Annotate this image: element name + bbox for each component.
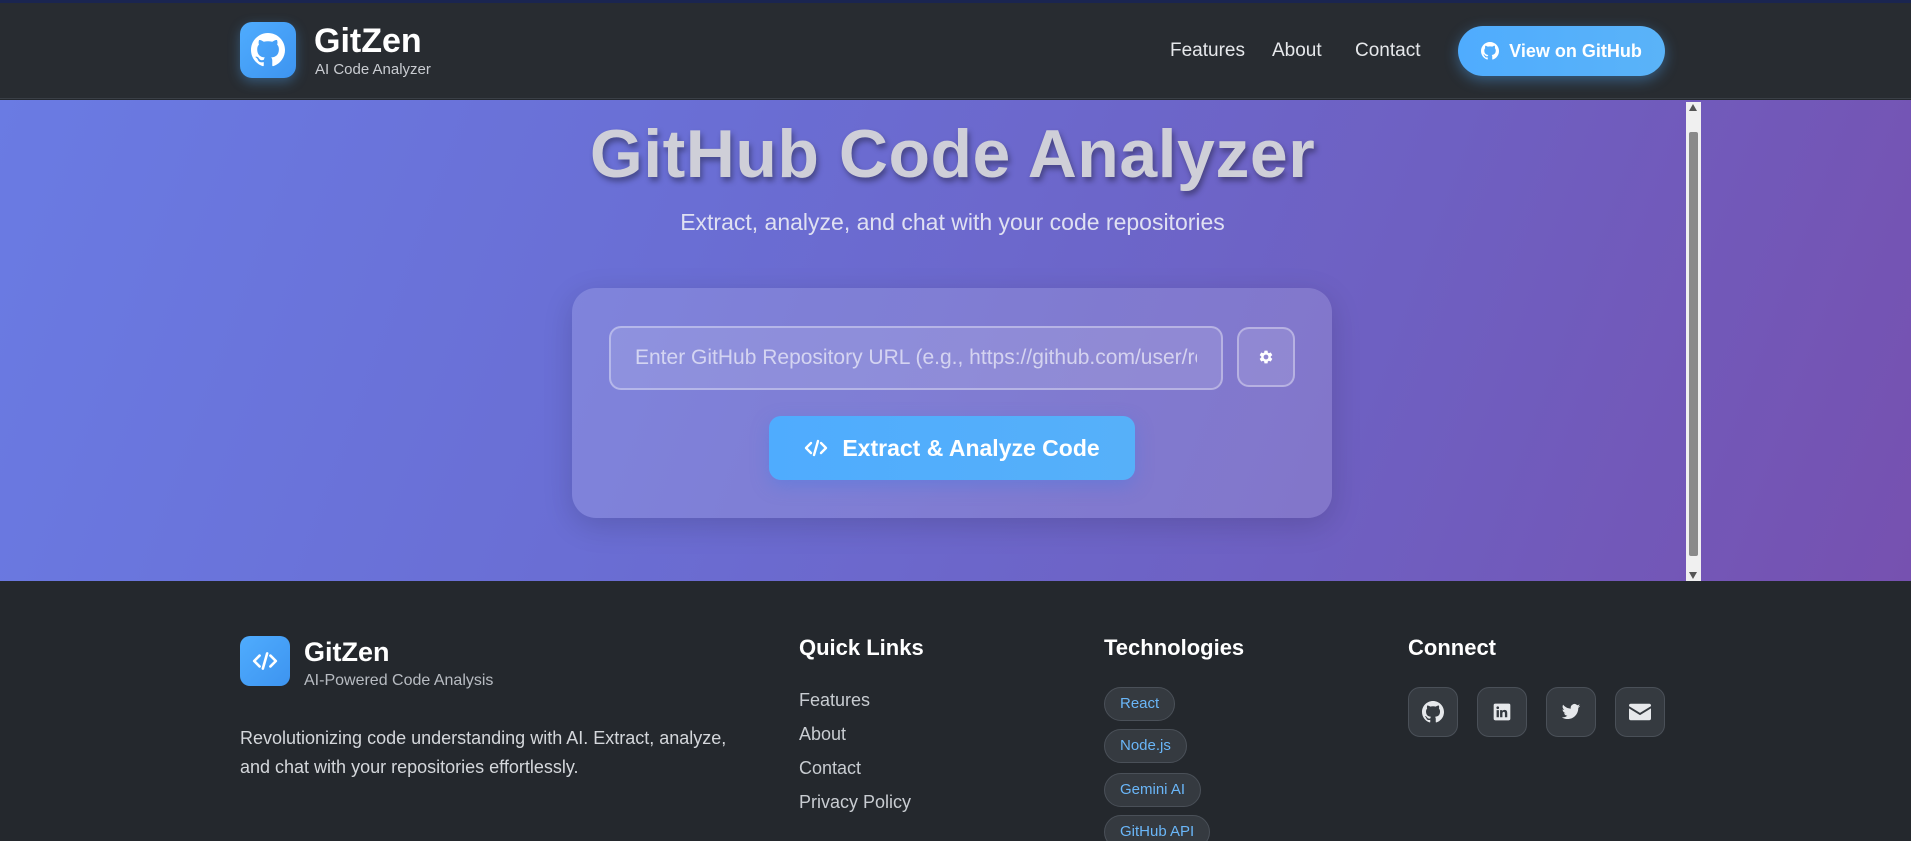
- quick-links-heading: Quick Links: [799, 635, 924, 660]
- footer-logo: [240, 636, 290, 686]
- nav-contact[interactable]: Contact: [1355, 39, 1420, 63]
- view-on-github-button[interactable]: View on GitHub: [1458, 26, 1665, 76]
- brand-name: GitZen: [314, 22, 422, 60]
- gear-icon: [1259, 350, 1273, 364]
- footer-brand-tagline: AI-Powered Code Analysis: [304, 672, 494, 689]
- social-linkedin-button[interactable]: [1477, 687, 1527, 737]
- twitter-icon: [1561, 704, 1581, 719]
- footer-description: Revolutionizing code understanding with …: [240, 728, 727, 777]
- code-icon: [805, 439, 828, 457]
- logo[interactable]: [240, 22, 296, 78]
- social-github-button[interactable]: [1408, 687, 1458, 737]
- view-on-github-label: View on GitHub: [1509, 40, 1642, 61]
- nav-features[interactable]: Features: [1170, 39, 1245, 63]
- envelope-icon: [1629, 703, 1651, 721]
- footer-brand-name: GitZen: [304, 637, 390, 667]
- technologies-heading: Technologies: [1104, 635, 1245, 660]
- scrollbar[interactable]: [1686, 102, 1701, 581]
- scroll-down-arrow-icon[interactable]: [1689, 572, 1697, 579]
- site-header: GitZen AI Code Analyzer Features About C…: [0, 3, 1911, 99]
- extract-analyze-label: Extract & Analyze Code: [842, 434, 1100, 461]
- hero-subtitle: Extract, analyze, and chat with your cod…: [680, 209, 1225, 235]
- footer-link-contact[interactable]: Contact: [799, 757, 861, 779]
- github-icon: [1481, 42, 1500, 60]
- scroll-up-arrow-icon[interactable]: [1689, 104, 1697, 111]
- footer-link-about[interactable]: About: [799, 723, 846, 745]
- tech-badge-github-api: GitHub API: [1104, 815, 1211, 841]
- footer-link-features[interactable]: Features: [799, 689, 870, 711]
- footer-link-privacy-policy[interactable]: Privacy Policy: [799, 791, 911, 813]
- linkedin-icon: [1493, 703, 1511, 721]
- brand-tagline: AI Code Analyzer: [315, 61, 431, 78]
- nav-about[interactable]: About: [1272, 39, 1322, 63]
- repo-url-input[interactable]: [609, 326, 1223, 390]
- settings-button[interactable]: [1237, 327, 1295, 387]
- social-twitter-button[interactable]: [1546, 687, 1596, 737]
- hero-section: GitHub Code Analyzer Extract, analyze, a…: [0, 100, 1911, 581]
- connect-heading: Connect: [1408, 635, 1496, 660]
- analyze-card: Extract & Analyze Code: [572, 288, 1332, 518]
- tech-badge-gemini-ai: Gemini AI: [1104, 773, 1202, 807]
- social-email-button[interactable]: [1615, 687, 1665, 737]
- site-footer: GitZen AI-Powered Code Analysis Revoluti…: [0, 581, 1911, 841]
- extract-analyze-button[interactable]: Extract & Analyze Code: [769, 416, 1135, 480]
- tech-badge-react: React: [1104, 687, 1176, 721]
- tech-badge-nodejs: Node.js: [1104, 729, 1187, 763]
- hero-title: GitHub Code Analyzer: [589, 116, 1316, 192]
- scroll-thumb[interactable]: [1689, 132, 1698, 556]
- github-icon: [1422, 701, 1444, 723]
- github-logo-icon: [251, 33, 285, 67]
- code-icon: [252, 652, 278, 670]
